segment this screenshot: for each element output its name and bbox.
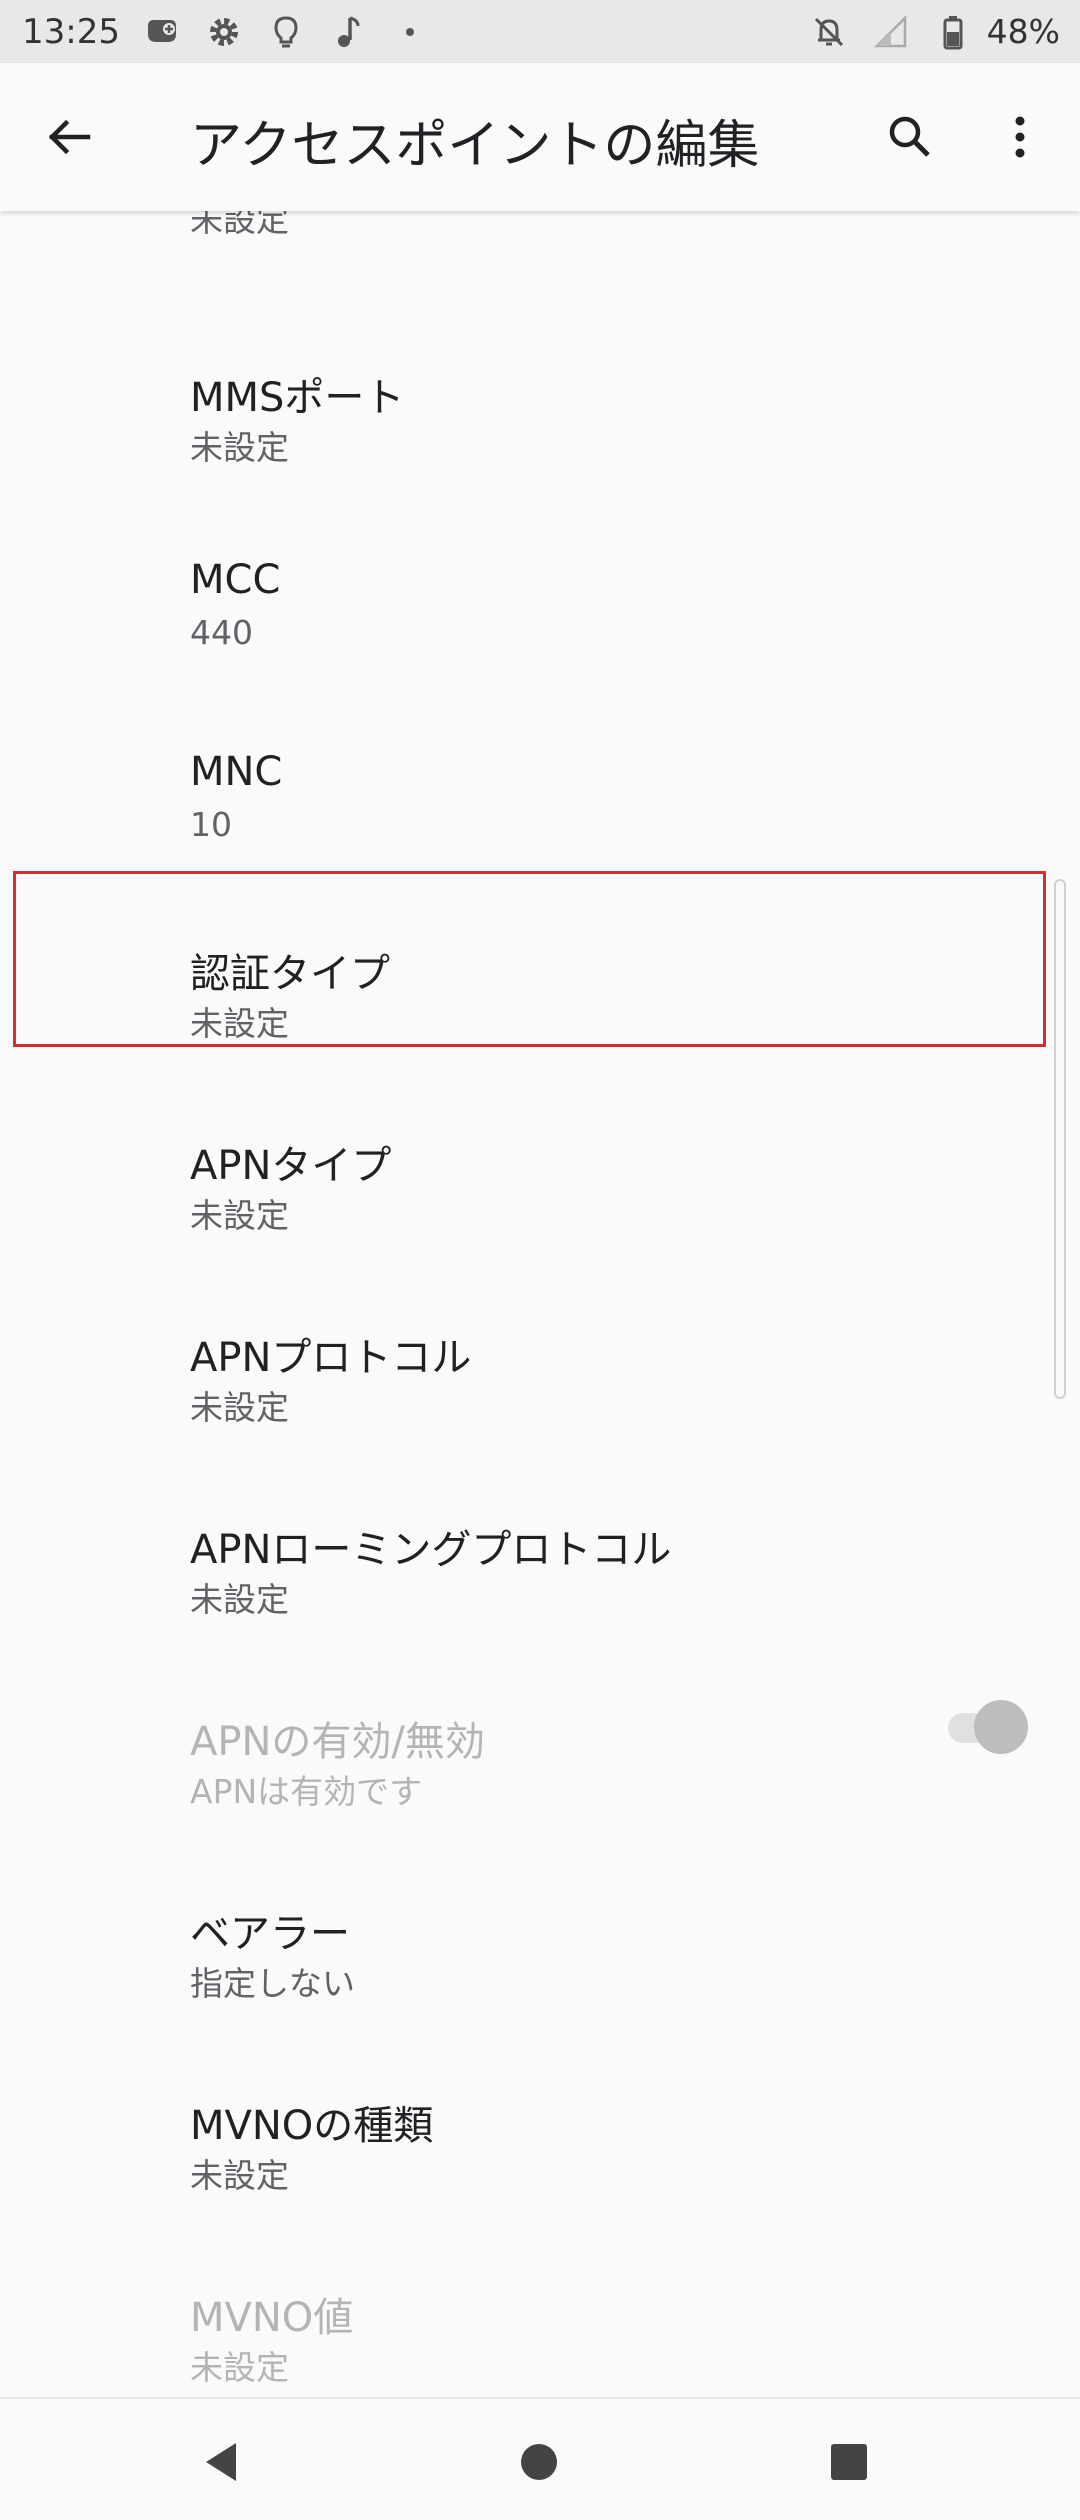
pref-apn-roaming-protocol[interactable]: APNローミングプロトコル 未設定 [0,1457,1080,1649]
music-note-icon [337,16,360,47]
scrollbar[interactable] [1054,879,1066,1399]
pref-summary: 未設定 [190,1196,289,1235]
pref-title: APNローミングプロトコル [190,1527,672,1573]
nav-recents-icon[interactable] [822,2435,876,2489]
status-time: 13:25 [22,11,120,52]
pref-title: APNの有効/無効 [190,1719,485,1765]
status-left-group: 13:25 [22,12,430,52]
notifications-off-icon [814,17,843,46]
pref-bearer[interactable]: ベアラー 指定しない [0,1841,1080,2033]
pref-title: MNC [190,749,283,795]
pref-mnc[interactable]: MNC 10 [0,689,1080,881]
battery-icon [943,15,963,49]
pref-summary: 未設定 [190,428,289,467]
pref-apn-protocol[interactable]: APNプロトコル 未設定 [0,1265,1080,1457]
pref-title: MMSポート [190,375,405,421]
pref-summary: 未設定 [190,1004,289,1043]
status-bar: 13:25 48% [0,0,1080,63]
pref-summary: 未設定 [190,2348,289,2387]
search-icon[interactable] [880,107,940,167]
pref-title: APNプロトコル [190,1335,472,1381]
more-vert-icon[interactable] [990,107,1050,167]
dot-icon [405,27,414,36]
pref-mcc[interactable]: MCC 440 [0,497,1080,689]
apn-enable-toggle [944,1696,1030,1756]
game-controller-icon [147,19,176,42]
pref-summary: 指定しない [190,1964,355,2003]
toggle-thumb [974,1700,1028,1754]
pref-title: APNタイプ [190,1143,392,1189]
nav-bar [0,2397,1080,2520]
page-title: アクセスポイントの編集 [190,116,760,176]
pref-title: 認証タイプ [190,951,390,997]
pref-summary: APNは有効です [190,1772,423,1811]
app-bar: アクセスポイントの編集 [0,63,1080,211]
pref-title: MVNO値 [190,2295,354,2341]
pref-auth-type[interactable]: 認証タイプ 未設定 [0,881,1080,1073]
settings-gear-icon [209,17,238,46]
pref-title: MVNOの種類 [190,2103,434,2149]
nav-home-icon[interactable] [512,2435,566,2489]
pref-summary: 440 [190,613,253,652]
status-right-group: 48% [809,12,1060,52]
back-arrow-icon[interactable] [38,107,98,167]
pref-title: ベアラー [190,1911,350,1957]
signal-icon [873,14,906,47]
pref-summary: 未設定 [190,1388,289,1427]
settings-list[interactable]: 未設定 MMSポート 未設定 MCC 440 MNC 10 認証タイプ 未設定 … [0,211,1080,2397]
lightbulb-icon [274,15,298,47]
nav-back-icon[interactable] [196,2435,250,2489]
battery-percent: 48% [986,12,1060,51]
pref-mvno-value: MVNO値 未設定 [0,2225,1080,2397]
pref-mvno-type[interactable]: MVNOの種類 未設定 [0,2033,1080,2225]
pref-summary: 未設定 [190,1580,289,1619]
pref-apn-type[interactable]: APNタイプ 未設定 [0,1073,1080,1265]
pref-title: MCC [190,557,281,603]
partial-item-summary: 未設定 [190,211,289,239]
pref-summary: 10 [190,805,232,844]
pref-summary: 未設定 [190,2156,289,2195]
pref-apn-enable: APNの有効/無効 APNは有効です [0,1649,1080,1841]
pref-mms-port[interactable]: MMSポート 未設定 [0,305,1080,497]
